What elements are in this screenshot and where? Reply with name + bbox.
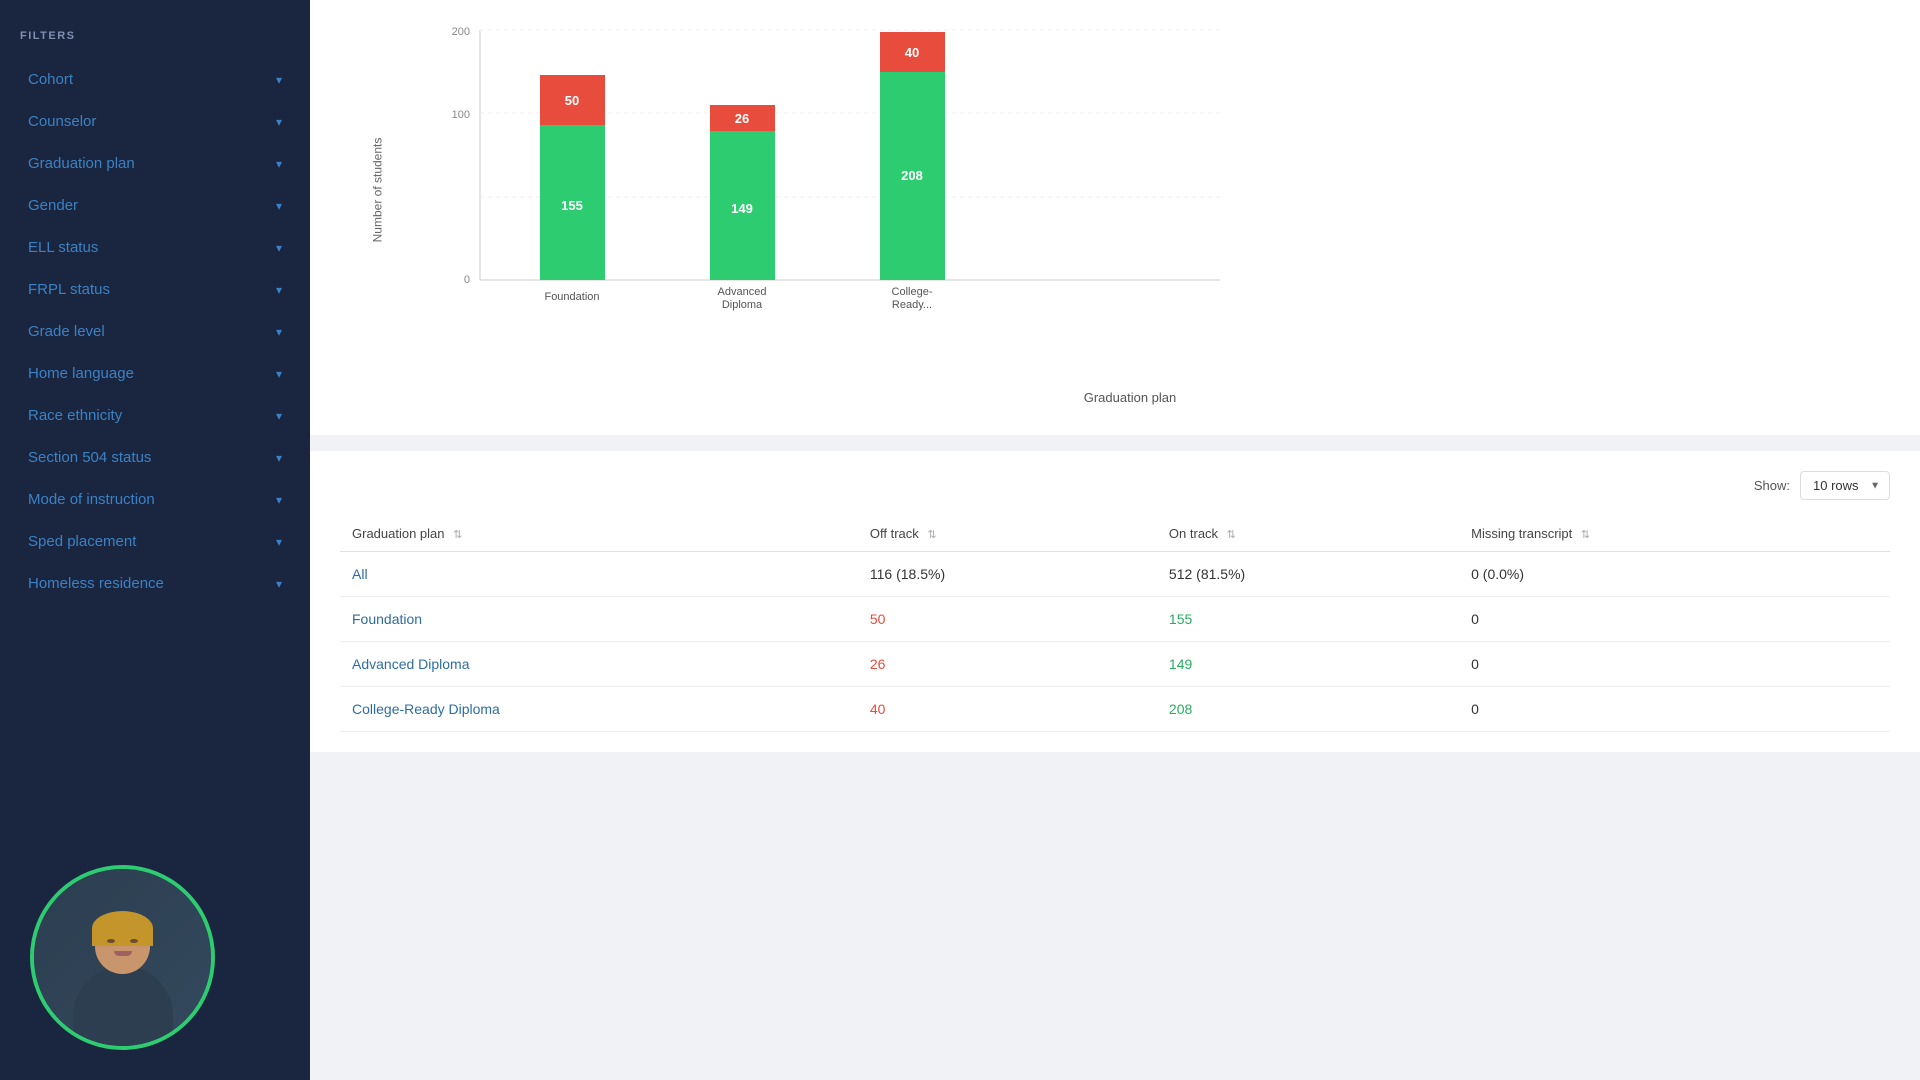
cell-missing-advanced: 0 (1459, 642, 1890, 687)
col-graduation-plan[interactable]: Graduation plan ⇅ (340, 516, 858, 552)
sidebar-item-homeless-residence[interactable]: Homeless residence ▾ (8, 563, 302, 604)
col-off-track[interactable]: Off track ⇅ (858, 516, 1157, 552)
sidebar-item-home-language[interactable]: Home language ▾ (8, 353, 302, 394)
data-table: Graduation plan ⇅ Off track ⇅ On track ⇅ (340, 516, 1890, 732)
filters-label: FILTERS (0, 20, 310, 58)
sidebar-item-cohort[interactable]: Cohort ▾ (8, 59, 302, 100)
cell-off-track-foundation[interactable]: 50 (858, 597, 1157, 642)
chevron-down-icon: ▾ (276, 241, 282, 255)
sidebar-item-sped-placement[interactable]: Sped placement ▾ (8, 521, 302, 562)
chevron-down-icon: ▾ (276, 115, 282, 129)
sidebar-item-graduation-plan-label: Graduation plan (28, 155, 135, 172)
cell-on-track-foundation[interactable]: 155 (1157, 597, 1459, 642)
table-row: Foundation 50 155 0 (340, 597, 1890, 642)
cell-off-track-advanced[interactable]: 26 (858, 642, 1157, 687)
svg-text:100: 100 (452, 109, 470, 121)
bar-advanced-red-label: 26 (735, 111, 749, 126)
chevron-down-icon: ▾ (276, 157, 282, 171)
chevron-down-icon: ▾ (276, 367, 282, 381)
sidebar-item-cohort-label: Cohort (28, 71, 73, 88)
chevron-down-icon: ▾ (276, 493, 282, 507)
chevron-down-icon: ▾ (276, 283, 282, 297)
chart-section: Number of students 200 100 0 (310, 0, 1920, 435)
chevron-down-icon: ▾ (276, 73, 282, 87)
bar-foundation-red-label: 50 (565, 93, 579, 108)
sort-icon-off-track: ⇅ (927, 528, 936, 541)
sidebar-item-ell-status-label: ELL status (28, 239, 98, 256)
chevron-down-icon: ▾ (276, 451, 282, 465)
table-section: Show: 10 rows 25 rows 50 rows All Gradua… (310, 451, 1920, 752)
sort-icon-missing-transcript: ⇅ (1581, 528, 1590, 541)
table-header-row: Graduation plan ⇅ Off track ⇅ On track ⇅ (340, 516, 1890, 552)
cell-off-track-college[interactable]: 40 (858, 687, 1157, 732)
x-label-advanced-2: Diploma (722, 299, 763, 311)
chart-wrapper: Number of students 200 100 0 (340, 30, 1880, 350)
rows-select-wrapper[interactable]: 10 rows 25 rows 50 rows All (1800, 471, 1890, 500)
main-container: FILTERS Cohort ▾ Counselor ▾ Graduation … (0, 0, 1920, 1080)
cell-grad-plan-advanced[interactable]: Advanced Diploma (340, 642, 858, 687)
sidebar-item-gender[interactable]: Gender ▾ (8, 185, 302, 226)
webcam-overlay (30, 865, 215, 1050)
cell-grad-plan-college[interactable]: College-Ready Diploma (340, 687, 858, 732)
content-area: Number of students 200 100 0 (310, 0, 1920, 1080)
x-label-advanced: Advanced (718, 286, 767, 298)
sidebar-item-homeless-residence-label: Homeless residence (28, 575, 164, 592)
sidebar-item-mode-of-instruction[interactable]: Mode of instruction ▾ (8, 479, 302, 520)
x-label-college: College- (892, 286, 933, 298)
bar-foundation-green-label: 155 (561, 198, 583, 213)
chevron-down-icon: ▾ (276, 199, 282, 213)
col-missing-transcript[interactable]: Missing transcript ⇅ (1459, 516, 1890, 552)
cell-grad-plan-all[interactable]: All (340, 552, 858, 597)
sidebar-item-grade-level-label: Grade level (28, 323, 105, 340)
col-on-track[interactable]: On track ⇅ (1157, 516, 1459, 552)
svg-text:200: 200 (452, 26, 470, 38)
cell-on-track-all: 512 (81.5%) (1157, 552, 1459, 597)
chevron-down-icon: ▾ (276, 535, 282, 549)
sidebar-item-graduation-plan[interactable]: Graduation plan ▾ (8, 143, 302, 184)
cell-missing-foundation: 0 (1459, 597, 1890, 642)
sidebar-item-race-ethnicity-label: Race ethnicity (28, 407, 122, 424)
cell-missing-all: 0 (0.0%) (1459, 552, 1890, 597)
cell-off-track-all: 116 (18.5%) (858, 552, 1157, 597)
sidebar-item-home-language-label: Home language (28, 365, 134, 382)
x-label-college-2: Ready... (892, 299, 932, 311)
show-label: Show: (1754, 478, 1790, 493)
sidebar-item-ell-status[interactable]: ELL status ▾ (8, 227, 302, 268)
sidebar-item-counselor-label: Counselor (28, 113, 96, 130)
table-row: All 116 (18.5%) 512 (81.5%) 0 (0.0%) (340, 552, 1890, 597)
cell-grad-plan-foundation[interactable]: Foundation (340, 597, 858, 642)
table-row: Advanced Diploma 26 149 0 (340, 642, 1890, 687)
sidebar-item-frpl-status-label: FRPL status (28, 281, 110, 298)
bar-college-green-label: 208 (901, 168, 923, 183)
chevron-down-icon: ▾ (276, 577, 282, 591)
table-row: College-Ready Diploma 40 208 0 (340, 687, 1890, 732)
y-axis-label: Number of students (370, 138, 384, 243)
x-label-foundation: Foundation (544, 291, 599, 303)
chevron-down-icon: ▾ (276, 409, 282, 423)
sidebar-item-counselor[interactable]: Counselor ▾ (8, 101, 302, 142)
sidebar-item-grade-level[interactable]: Grade level ▾ (8, 311, 302, 352)
bar-college-red-label: 40 (905, 45, 919, 60)
cell-missing-college: 0 (1459, 687, 1890, 732)
rows-select[interactable]: 10 rows 25 rows 50 rows All (1800, 471, 1890, 500)
svg-text:0: 0 (464, 274, 470, 286)
sidebar-item-mode-instruction-label: Mode of instruction (28, 491, 155, 508)
cell-on-track-advanced[interactable]: 149 (1157, 642, 1459, 687)
bar-chart: 200 100 0 155 50 149 26 (440, 30, 1260, 330)
table-controls: Show: 10 rows 25 rows 50 rows All (340, 471, 1890, 500)
sidebar-item-race-ethnicity[interactable]: Race ethnicity ▾ (8, 395, 302, 436)
sidebar-item-section-504-label: Section 504 status (28, 449, 151, 466)
sort-icon-on-track: ⇅ (1227, 528, 1236, 541)
sidebar-item-gender-label: Gender (28, 197, 78, 214)
webcam-video (34, 869, 211, 1046)
bar-advanced-green-label: 149 (731, 201, 753, 216)
sidebar-item-section-504-status[interactable]: Section 504 status ▾ (8, 437, 302, 478)
cell-on-track-college[interactable]: 208 (1157, 687, 1459, 732)
sidebar-item-sped-placement-label: Sped placement (28, 533, 136, 550)
sort-icon-graduation-plan: ⇅ (453, 528, 462, 541)
chevron-down-icon: ▾ (276, 325, 282, 339)
sidebar-item-frpl-status[interactable]: FRPL status ▾ (8, 269, 302, 310)
